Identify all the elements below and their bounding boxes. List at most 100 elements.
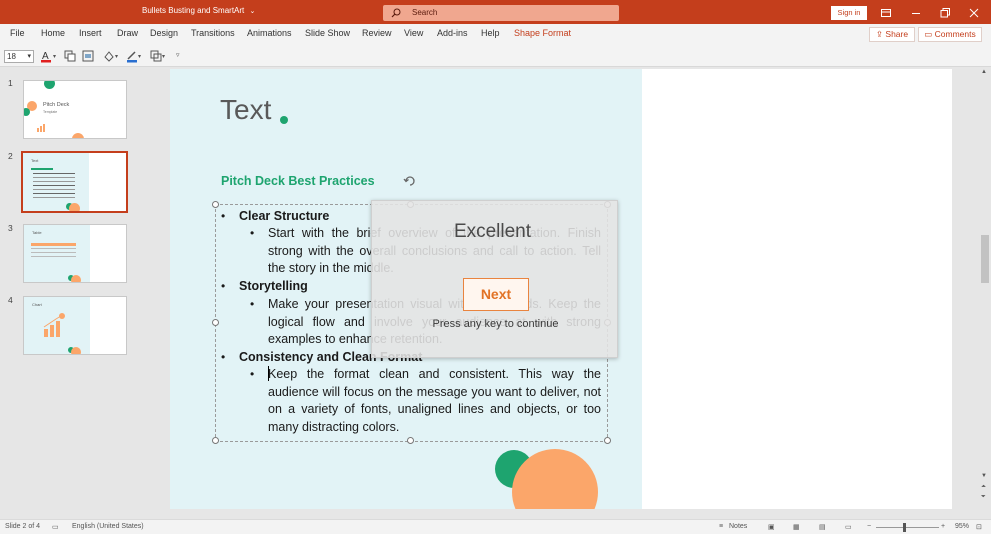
close-icon[interactable] bbox=[967, 6, 981, 20]
tab-insert[interactable]: Insert bbox=[79, 28, 102, 38]
resize-handle[interactable] bbox=[212, 201, 219, 208]
customize-toolbar-icon[interactable]: ▿ bbox=[176, 51, 190, 65]
thumb-line bbox=[33, 181, 75, 182]
shape-fill-icon[interactable] bbox=[102, 49, 116, 63]
bullet-marker: • bbox=[221, 279, 226, 293]
slide-thumbnail-4[interactable]: Chart bbox=[23, 296, 127, 355]
tab-help[interactable]: Help bbox=[481, 28, 500, 38]
fit-to-window-icon[interactable]: ⊡ bbox=[976, 523, 982, 531]
thumb-table-row bbox=[31, 252, 76, 253]
resize-handle[interactable] bbox=[407, 437, 414, 444]
slide-thumbnail-3[interactable]: Table bbox=[23, 224, 127, 283]
sign-in-button[interactable]: Sign in bbox=[831, 6, 867, 20]
tab-shape-format[interactable]: Shape Format bbox=[514, 28, 571, 38]
zoom-out-icon[interactable]: − bbox=[867, 523, 871, 530]
resize-handle[interactable] bbox=[212, 437, 219, 444]
copy-format-icon[interactable] bbox=[63, 49, 77, 63]
tab-draw[interactable]: Draw bbox=[117, 28, 138, 38]
tab-review[interactable]: Review bbox=[362, 28, 392, 38]
accessibility-icon[interactable]: ▭ bbox=[52, 523, 59, 531]
font-color-icon[interactable]: A bbox=[39, 49, 53, 63]
bullet-marker: • bbox=[221, 209, 226, 223]
text-cursor bbox=[268, 366, 269, 381]
notes-icon[interactable]: ≡ bbox=[719, 523, 723, 530]
normal-view-icon[interactable]: ▣ bbox=[768, 523, 775, 531]
thumb-line bbox=[33, 177, 75, 178]
resize-handle[interactable] bbox=[604, 437, 611, 444]
vertical-scrollbar[interactable]: ▲ ▼ ⏶ ⏷ bbox=[979, 67, 991, 519]
slide-thumbnail-1[interactable]: Pitch Deck Template bbox=[23, 80, 127, 139]
thumb-title: Table bbox=[32, 230, 42, 235]
tab-file[interactable]: File bbox=[10, 28, 25, 38]
bullet-body[interactable]: Keep the format clean and consistent. Th… bbox=[268, 366, 601, 436]
comments-button[interactable]: ▭ Comments bbox=[918, 27, 982, 42]
zoom-slider-track[interactable] bbox=[876, 527, 939, 528]
bullet-heading[interactable]: Storytelling bbox=[239, 279, 308, 293]
next-button[interactable]: Next bbox=[463, 278, 529, 311]
thumb-decoration bbox=[71, 347, 81, 354]
restore-icon[interactable] bbox=[938, 6, 952, 20]
slide-number: 3 bbox=[8, 223, 13, 233]
arrange-icon[interactable] bbox=[81, 49, 95, 63]
dialog-title: Excellent bbox=[453, 221, 532, 242]
thumb-line bbox=[33, 185, 75, 186]
scroll-up-icon[interactable]: ▲ bbox=[981, 69, 987, 75]
zoom-in-icon[interactable]: + bbox=[941, 523, 945, 530]
slide-thumbnail-2[interactable]: Text bbox=[21, 151, 128, 213]
minimize-icon[interactable] bbox=[909, 6, 923, 20]
ribbon-toolbar: 18 ▾ A ▾ ▾ ▾ ▾ ▿ bbox=[0, 45, 991, 67]
tab-design[interactable]: Design bbox=[150, 28, 178, 38]
thumb-decoration bbox=[44, 81, 55, 89]
tab-transitions[interactable]: Transitions bbox=[191, 28, 235, 38]
tab-home[interactable]: Home bbox=[41, 28, 65, 38]
language-status[interactable]: English (United States) bbox=[72, 523, 144, 530]
scrollbar-thumb[interactable] bbox=[981, 235, 989, 283]
previous-slide-icon[interactable]: ⏶ bbox=[981, 484, 986, 491]
slide-subtitle[interactable]: Pitch Deck Best Practices bbox=[221, 174, 375, 188]
bullet-heading[interactable]: Clear Structure bbox=[239, 209, 329, 223]
zoom-slider-thumb[interactable] bbox=[903, 523, 906, 532]
chart-icon bbox=[43, 313, 65, 337]
slide-sorter-icon[interactable]: ▦ bbox=[793, 523, 800, 531]
dialog-hint: Press any key to continue bbox=[432, 318, 559, 330]
chevron-down-icon[interactable]: ▾ bbox=[162, 53, 176, 67]
resize-handle[interactable] bbox=[212, 319, 219, 326]
slide-show-icon[interactable]: ▭ bbox=[845, 523, 852, 531]
notes-button[interactable]: Notes bbox=[729, 523, 747, 530]
rotate-handle-icon[interactable] bbox=[403, 174, 417, 188]
thumb-line bbox=[33, 197, 75, 198]
title-accent-dot bbox=[280, 116, 288, 124]
powerpoint-window: Bullets Busting and SmartArt ⌄ Search Si… bbox=[0, 0, 991, 534]
shape-outline-icon[interactable] bbox=[125, 49, 139, 63]
search-box[interactable]: Search bbox=[383, 5, 619, 21]
search-icon bbox=[391, 8, 401, 18]
thumb-table-header bbox=[31, 243, 76, 246]
tab-view[interactable]: View bbox=[404, 28, 423, 38]
thumb-table-row bbox=[31, 256, 76, 257]
next-slide-icon[interactable]: ⏷ bbox=[981, 494, 986, 501]
thumb-decoration bbox=[69, 203, 80, 211]
thumb-title: Text bbox=[31, 158, 39, 163]
tab-animations[interactable]: Animations bbox=[247, 28, 292, 38]
tab-add-ins[interactable]: Add-ins bbox=[437, 28, 468, 38]
slide-title[interactable]: Text bbox=[220, 94, 271, 126]
thumb-decoration bbox=[71, 275, 81, 282]
document-title-text: Bullets Busting and SmartArt bbox=[142, 6, 245, 15]
search-placeholder: Search bbox=[412, 8, 438, 17]
share-label: Share bbox=[885, 29, 909, 39]
document-title[interactable]: Bullets Busting and SmartArt ⌄ bbox=[142, 6, 255, 15]
shape-effects-icon[interactable] bbox=[149, 49, 163, 63]
ribbon-display-icon[interactable] bbox=[879, 6, 893, 20]
editor-bottom-margin bbox=[143, 509, 979, 519]
tab-slide-show[interactable]: Slide Show bbox=[305, 28, 350, 38]
thumb-decoration bbox=[24, 108, 30, 116]
reading-view-icon[interactable]: ▤ bbox=[819, 523, 826, 531]
thumb-line bbox=[33, 189, 75, 190]
comments-label: Comments bbox=[934, 29, 976, 39]
font-size-select[interactable]: 18 ▾ bbox=[4, 50, 34, 63]
thumb-line bbox=[33, 193, 75, 194]
zoom-level[interactable]: 95% bbox=[955, 523, 969, 530]
scroll-down-icon[interactable]: ▼ bbox=[981, 473, 987, 479]
share-button[interactable]: ⇪ Share bbox=[869, 27, 915, 42]
slide-number: 2 bbox=[8, 151, 13, 161]
